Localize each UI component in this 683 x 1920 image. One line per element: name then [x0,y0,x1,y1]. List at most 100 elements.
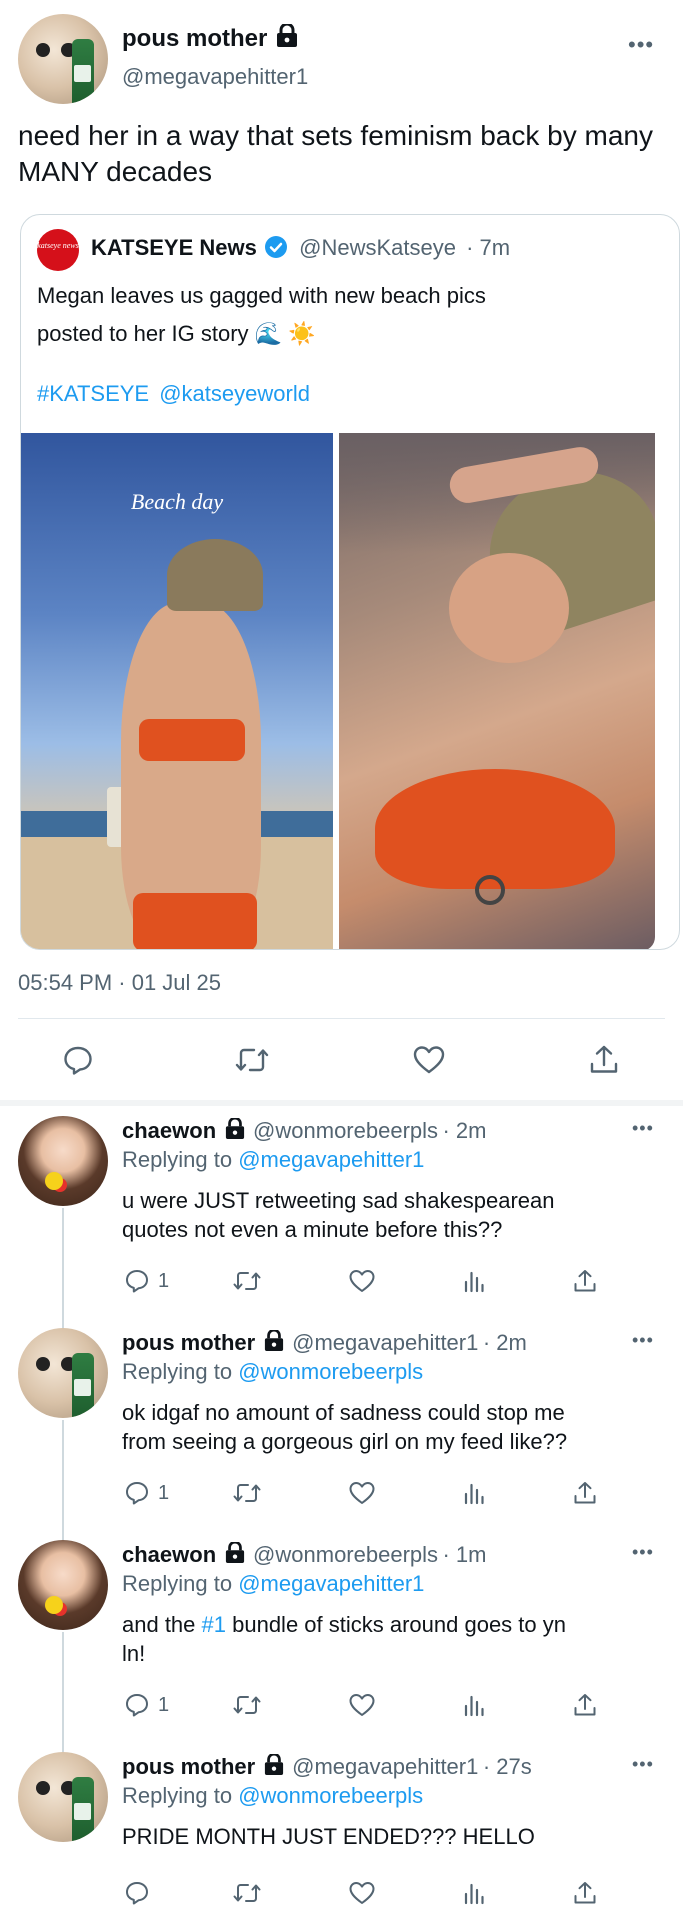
views-icon-button[interactable] [461,1268,491,1296]
quote-author-handle[interactable]: @NewsKatseye [299,235,456,260]
avatar[interactable] [18,1328,108,1418]
quote-header: KATSEYE News @NewsKatseye · 7m [91,235,510,261]
quote-avatar[interactable]: katseye news [37,229,79,271]
more-options-button[interactable]: ••• [632,1542,654,1563]
reply-author-handle[interactable]: @megavapehitter1 [292,1330,478,1355]
views-icon-button[interactable] [461,1880,491,1908]
reply-header: chaewon @wonmorebeerpls · 1m [122,1542,486,1568]
avatar-eye [36,42,51,58]
replying-to-link[interactable]: @wonmorebeerpls [238,1359,423,1384]
lock-icon [276,24,297,47]
share-icon-button[interactable] [572,1880,602,1908]
photo-ring [475,875,505,905]
photo-bikini-top [139,719,245,761]
verified-icon [264,236,287,258]
like-icon-button[interactable] [348,1268,378,1296]
views-icon [464,1483,484,1505]
quote-author-name[interactable]: KATSEYE News [91,235,257,260]
avatar-mic [45,1595,63,1614]
reply-author-name[interactable]: chaewon [122,1542,216,1567]
views-icon-button[interactable] [461,1692,491,1720]
retweet-icon-button[interactable] [232,1692,262,1720]
more-options-button[interactable]: ••• [628,32,654,58]
share-icon-button[interactable] [572,1480,602,1508]
share-icon [574,1694,596,1716]
reply-author-name[interactable]: pous mother [122,1754,255,1779]
reply-header: pous mother @megavapehitter1 · 2m [122,1330,527,1356]
tweet-text: need her in a way that sets feminism bac… [18,120,653,187]
retweet-icon [233,1272,261,1290]
thread-line [62,1420,64,1542]
reply-icon [126,1694,148,1717]
replying-to-label: Replying to [122,1783,239,1808]
more-options-button[interactable]: ••• [632,1118,654,1139]
reply-text-line1: u were JUST retweeting sad shakespearean [122,1188,555,1213]
reply-icon-button[interactable] [124,1480,154,1508]
more-options-button[interactable]: ••• [632,1330,654,1351]
share-icon-button[interactable] [572,1692,602,1720]
quoted-tweet-card[interactable]: katseye news KATSEYE News @NewsKatseye ·… [20,214,680,950]
quote-text-line2: posted to her IG story 🌊 ☀️ [37,321,316,346]
share-icon-button[interactable] [572,1268,602,1296]
reply-count: 1 [158,1694,170,1716]
quote-photo-2[interactable] [339,433,655,949]
reply-author-handle[interactable]: @megavapehitter1 [292,1754,478,1779]
thread-line [62,1632,64,1754]
photo-cap [167,539,263,611]
author-name[interactable]: pous mother [122,25,267,52]
avatar[interactable] [18,1752,108,1842]
reply-icon-button[interactable] [124,1692,154,1720]
views-icon-button[interactable] [461,1480,491,1508]
reply-text-part: and the [122,1612,202,1637]
retweet-icon [233,1696,261,1714]
like-icon-button[interactable] [348,1692,378,1720]
divider [18,1018,665,1019]
avatar-mic [45,1171,63,1190]
hashtag-link[interactable]: #KATSEYE [37,381,149,406]
reply-icon[interactable] [62,1044,94,1076]
photo-bikini-bottom [133,893,257,949]
reply-author-handle[interactable]: @wonmorebeerpls [253,1542,438,1567]
quote-text-line1: Megan leaves us gagged with new beach pi… [37,283,486,308]
avatar[interactable] [18,1116,108,1206]
hashtag-link[interactable]: #1 [202,1612,226,1637]
replying-to-link[interactable]: @megavapehitter1 [238,1571,424,1596]
avatar[interactable] [18,14,108,104]
share-icon[interactable] [588,1044,620,1076]
quote-time: · 7m [466,235,511,260]
mention-link[interactable]: @katseyeworld [159,381,310,406]
replying-to-link[interactable]: @wonmorebeerpls [238,1783,423,1808]
tweet-timestamp[interactable]: 05:54 PM · 01 Jul 25 [18,970,221,996]
reply-icon-button[interactable] [124,1880,154,1908]
replying-to-link[interactable]: @megavapehitter1 [238,1147,424,1172]
quote-photo-1[interactable]: Beach day [21,433,333,949]
reply-author-name[interactable]: chaewon [122,1118,216,1143]
reply-icon-button[interactable] [124,1268,154,1296]
retweet-icon[interactable] [234,1044,270,1076]
reply-author-handle[interactable]: @wonmorebeerpls [253,1118,438,1143]
photo-bikini-top [375,769,615,889]
views-icon [464,1271,484,1293]
thread-line [62,1208,64,1330]
like-icon-button[interactable] [348,1880,378,1908]
retweet-icon-button[interactable] [232,1880,262,1908]
avatar[interactable] [18,1540,108,1630]
reply-time: · 1m [442,1542,487,1567]
quote-tags: #KATSEYE @katseyeworld [37,379,310,409]
more-options-button[interactable]: ••• [632,1754,654,1775]
share-icon [574,1882,596,1904]
avatar-bottle [72,1777,94,1842]
like-icon [349,1482,375,1504]
like-icon-button[interactable] [348,1480,378,1508]
reply-author-name[interactable]: pous mother [122,1330,255,1355]
replying-to: Replying to @megavapehitter1 [122,1569,424,1598]
author-handle[interactable]: @megavapehitter1 [122,64,308,90]
retweet-icon-button[interactable] [232,1480,262,1508]
like-icon[interactable] [412,1044,446,1076]
avatar-eye [36,1356,51,1372]
reply-text-line1: and the #1 bundle of sticks around goes … [122,1610,566,1639]
retweet-icon-button[interactable] [232,1268,262,1296]
reply-text-line1: ok idgaf no amount of sadness could stop… [122,1400,565,1425]
replying-to: Replying to @wonmorebeerpls [122,1357,423,1386]
author-name-row[interactable]: pous mother [122,24,298,53]
